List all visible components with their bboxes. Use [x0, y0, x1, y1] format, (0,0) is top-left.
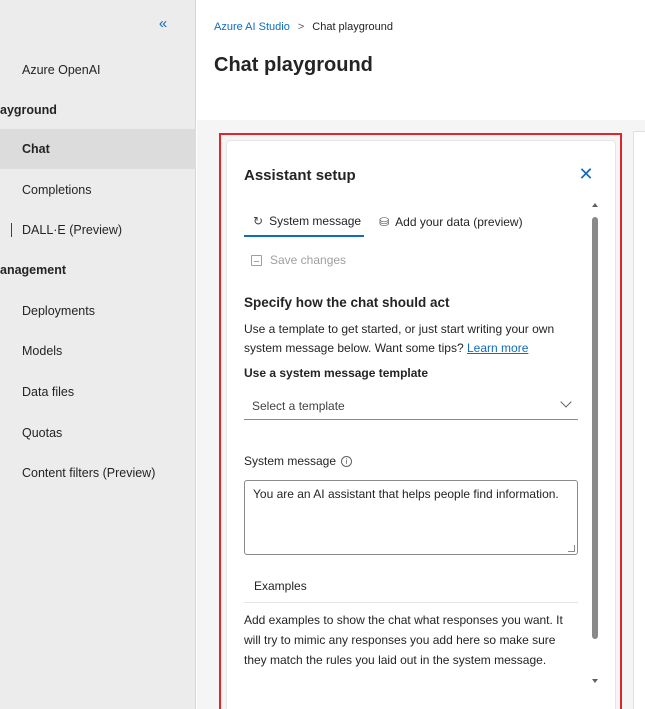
- sidebar-item-chat[interactable]: Chat: [0, 129, 196, 169]
- assistant-setup-panel: Assistant setup ✕ ↻ System message ⛁ Add…: [226, 140, 616, 709]
- sidebar-item-label: DALL·E (Preview): [22, 223, 123, 237]
- sidebar-item-label: Content filters (Preview): [22, 466, 156, 480]
- examples-label: Examples: [254, 578, 307, 593]
- info-icon[interactable]: i: [341, 455, 353, 467]
- system-message-label: System message i: [244, 454, 353, 468]
- nav-icon: [11, 223, 16, 237]
- examples-section-header[interactable]: Examples: [244, 569, 578, 603]
- nav-icon: [11, 344, 16, 358]
- breadcrumb-separator-icon: >: [297, 21, 305, 33]
- nav-icon: [11, 142, 16, 156]
- sidebar-section-label: ayground: [0, 103, 57, 117]
- sidebar-item-dalle[interactable]: DALL·E (Preview): [0, 210, 196, 250]
- sidebar-item-deployments[interactable]: Deployments: [0, 291, 196, 331]
- page-title: Chat playground: [214, 54, 373, 76]
- assistant-setup-title: Assistant setup: [244, 167, 356, 184]
- sidebar-item-label: Chat: [22, 142, 50, 156]
- sidebar-item-quotas[interactable]: Quotas: [0, 413, 196, 453]
- save-changes-label: Save changes: [270, 253, 347, 267]
- assistant-setup-tabs: ↻ System message ⛁ Add your data (previe…: [244, 207, 531, 237]
- nav-icon: [11, 183, 16, 197]
- template-dropdown-value: Select a template: [252, 398, 345, 413]
- nav-icon: [11, 385, 16, 399]
- tab-label: System message: [269, 214, 362, 228]
- tab-add-your-data[interactable]: ⛁ Add your data (preview): [371, 207, 530, 237]
- sidebar-item-content-filters[interactable]: Content filters (Preview): [0, 453, 196, 493]
- tab-label: Add your data (preview): [395, 215, 523, 229]
- breadcrumb-current: Chat playground: [312, 21, 393, 33]
- template-label: Use a system message template: [244, 366, 429, 380]
- scroll-down-icon[interactable]: [592, 679, 598, 683]
- sidebar-item-label: Completions: [22, 183, 92, 197]
- examples-description: Add examples to show the chat what respo…: [244, 613, 563, 667]
- breadcrumb-root-link[interactable]: Azure AI Studio: [214, 21, 290, 33]
- system-message-value: You are an AI assistant that helps peopl…: [253, 487, 559, 501]
- sidebar-section-label: anagement: [0, 263, 66, 277]
- nav-icon: [11, 426, 16, 440]
- sidebar-item-label: Azure OpenAI: [22, 63, 101, 77]
- section-heading: Specify how the chat should act: [244, 295, 450, 310]
- nav-icon: [11, 466, 16, 480]
- chat-session-panel: [633, 131, 645, 709]
- scroll-thumb[interactable]: [592, 217, 598, 639]
- tab-system-message[interactable]: ↻ System message: [244, 207, 365, 237]
- sidebar-item-label: Models: [22, 344, 63, 358]
- sidebar-item-data-files[interactable]: Data files: [0, 372, 196, 412]
- save-icon: [251, 254, 262, 266]
- collapse-sidebar-icon[interactable]: «: [153, 14, 173, 34]
- panel-scrollbar[interactable]: [590, 203, 600, 689]
- breadcrumb: Azure AI Studio > Chat playground: [214, 21, 393, 33]
- sidebar-item-completions[interactable]: Completions: [0, 170, 196, 210]
- system-message-textarea[interactable]: You are an AI assistant that helps peopl…: [244, 480, 578, 555]
- nav-icon: [11, 63, 16, 77]
- learn-more-link[interactable]: Learn more: [467, 341, 528, 355]
- sidebar-item-label: Quotas: [22, 426, 63, 440]
- sidebar-item-label: Deployments: [22, 304, 95, 318]
- save-changes-button[interactable]: Save changes: [251, 253, 346, 267]
- sidebar-section-management: anagement: [0, 250, 196, 290]
- resize-handle[interactable]: [568, 545, 575, 552]
- chevron-down-icon: [560, 396, 572, 408]
- sidebar-item-azure-openai[interactable]: Azure OpenAI: [0, 50, 196, 90]
- scroll-up-icon[interactable]: [592, 203, 598, 207]
- nav-icon: [11, 304, 16, 318]
- sidebar-item-label: Data files: [22, 385, 75, 399]
- page-header: Azure AI Studio > Chat playground Chat p…: [197, 0, 645, 120]
- system-message-label-text: System message: [244, 454, 337, 468]
- database-icon: ⛁: [379, 215, 390, 229]
- sidebar-section-playground: ayground: [0, 90, 196, 130]
- close-icon[interactable]: ✕: [575, 163, 597, 185]
- section-description: Use a template to get started, or just s…: [244, 320, 584, 358]
- sidebar-item-models[interactable]: Models: [0, 331, 196, 371]
- refresh-icon: ↻: [253, 214, 264, 228]
- sidebar: « Azure OpenAI ayground Chat Completions…: [0, 0, 196, 709]
- template-dropdown[interactable]: Select a template: [244, 392, 578, 420]
